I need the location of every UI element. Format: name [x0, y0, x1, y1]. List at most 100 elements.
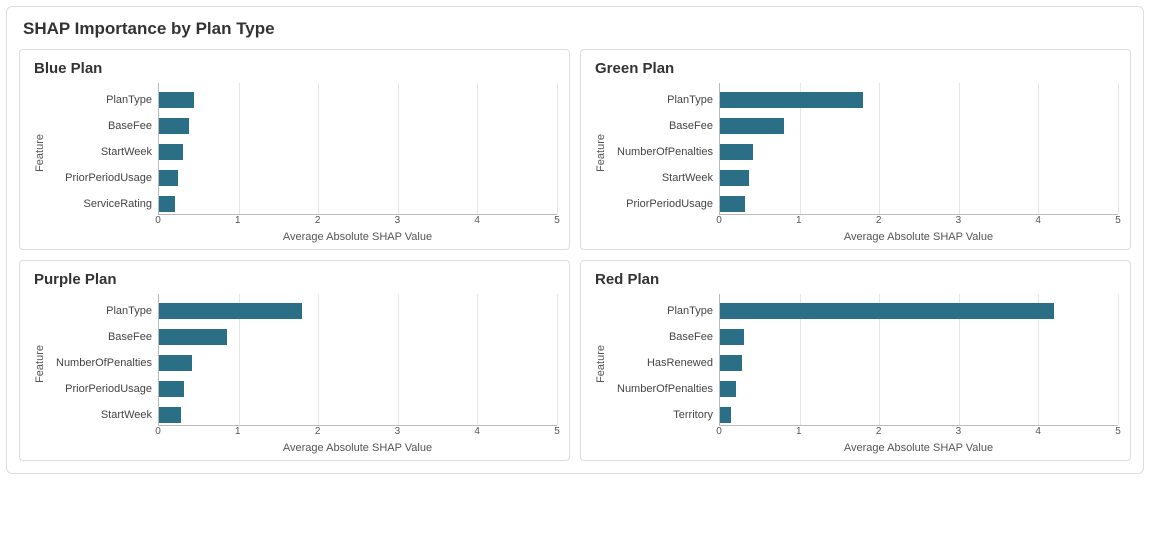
category-label: BaseFee [609, 113, 719, 139]
panel-title: Red Plan [595, 271, 1118, 288]
x-tick-label: 3 [956, 426, 962, 437]
x-axis-label: Average Absolute SHAP Value [719, 442, 1118, 454]
bar-row [720, 350, 1118, 376]
y-axis-label: Feature [32, 134, 48, 172]
x-tick-label: 1 [796, 426, 802, 437]
bar-row [159, 298, 557, 324]
bar-row [159, 402, 557, 428]
x-tick-label: 5 [554, 426, 560, 437]
category-label: PlanType [609, 298, 719, 324]
chart-body: FeaturePlanTypeBaseFeeHasRenewedNumberOf… [593, 294, 1118, 454]
x-tick-label: 0 [716, 215, 722, 226]
bar [720, 118, 784, 134]
x-tick-label: 3 [395, 426, 401, 437]
category-label: NumberOfPenalties [609, 139, 719, 165]
y-axis-label: Feature [593, 134, 609, 172]
x-tick-label: 4 [474, 426, 480, 437]
x-tick-label: 2 [315, 215, 321, 226]
x-tick-label: 2 [876, 426, 882, 437]
panel-title: Blue Plan [34, 60, 557, 77]
bar-row [159, 87, 557, 113]
panel-title: Purple Plan [34, 271, 557, 288]
category-label: PriorPeriodUsage [48, 165, 158, 191]
x-tick-label: 1 [235, 426, 241, 437]
category-label: PlanType [48, 87, 158, 113]
bar [720, 329, 744, 345]
bar [720, 355, 742, 371]
panel-title: Green Plan [595, 60, 1118, 77]
bar-row [159, 165, 557, 191]
x-tick-label: 5 [1115, 215, 1121, 226]
x-tick-label: 5 [554, 215, 560, 226]
plot-column: 012345Average Absolute SHAP Value [158, 294, 557, 454]
category-label: StartWeek [609, 165, 719, 191]
bar [159, 92, 194, 108]
category-label: HasRenewed [609, 350, 719, 376]
category-labels: PlanTypeBaseFeeHasRenewedNumberOfPenalti… [609, 294, 719, 454]
category-label: PlanType [609, 87, 719, 113]
x-axis-label: Average Absolute SHAP Value [719, 231, 1118, 243]
bar [720, 303, 1054, 319]
x-axis-label: Average Absolute SHAP Value [158, 442, 557, 454]
category-label: PriorPeriodUsage [48, 376, 158, 402]
x-ticks: 012345 [158, 215, 557, 229]
x-ticks: 012345 [719, 426, 1118, 440]
plot-column: 012345Average Absolute SHAP Value [158, 83, 557, 243]
bar-row [720, 324, 1118, 350]
bars-container [159, 298, 557, 428]
x-tick-label: 3 [956, 215, 962, 226]
bar [720, 144, 753, 160]
plot-area [158, 83, 557, 215]
dashboard-container: SHAP Importance by Plan Type Blue Plan Fe… [6, 6, 1144, 474]
x-axis-label: Average Absolute SHAP Value [158, 231, 557, 243]
category-label: NumberOfPenalties [609, 376, 719, 402]
x-tick-label: 5 [1115, 426, 1121, 437]
x-tick-label: 1 [235, 215, 241, 226]
x-tick-label: 2 [315, 426, 321, 437]
bar [159, 144, 183, 160]
bar [720, 196, 745, 212]
bar-row [720, 165, 1118, 191]
category-label: Territory [609, 402, 719, 428]
gridline [557, 83, 558, 214]
bar [159, 355, 192, 371]
bar-row [159, 191, 557, 217]
category-labels: PlanTypeBaseFeeNumberOfPenaltiesStartWee… [609, 83, 719, 243]
bar-row [720, 376, 1118, 402]
category-label: NumberOfPenalties [48, 350, 158, 376]
bar [159, 303, 302, 319]
x-tick-label: 0 [155, 215, 161, 226]
category-label: StartWeek [48, 402, 158, 428]
bar [159, 196, 175, 212]
bar [720, 381, 736, 397]
main-title: SHAP Importance by Plan Type [23, 19, 1131, 39]
x-tick-label: 4 [1035, 426, 1041, 437]
category-labels: PlanTypeBaseFeeStartWeekPriorPeriodUsage… [48, 83, 158, 243]
bar-row [720, 191, 1118, 217]
category-label: BaseFee [48, 324, 158, 350]
x-tick-label: 1 [796, 215, 802, 226]
bar [159, 170, 178, 186]
gridline [557, 294, 558, 425]
bar-row [159, 139, 557, 165]
gridline [1118, 294, 1119, 425]
x-ticks: 012345 [719, 215, 1118, 229]
chart-body: FeaturePlanTypeBaseFeeNumberOfPenaltiesS… [593, 83, 1118, 243]
chart-panel: Purple Plan FeaturePlanTypeBaseFeeNumberO… [19, 260, 570, 461]
chart-panel: Blue Plan FeaturePlanTypeBaseFeeStartWeek… [19, 49, 570, 250]
chart-panel: Red Plan FeaturePlanTypeBaseFeeHasRenewed… [580, 260, 1131, 461]
bar [720, 170, 749, 186]
x-ticks: 012345 [158, 426, 557, 440]
bar [159, 329, 227, 345]
x-tick-label: 3 [395, 215, 401, 226]
chart-panel: Green PlanFeaturePlanTypeBaseFeeNumberOf… [580, 49, 1131, 250]
bar [720, 92, 863, 108]
plot-column: 012345Average Absolute SHAP Value [719, 83, 1118, 243]
bar-row [720, 402, 1118, 428]
chart-body: FeaturePlanTypeBaseFeeNumberOfPenaltiesP… [32, 294, 557, 454]
bar-row [159, 350, 557, 376]
bars-container [159, 87, 557, 217]
category-label: PlanType [48, 298, 158, 324]
bar-row [720, 87, 1118, 113]
category-label: BaseFee [48, 113, 158, 139]
